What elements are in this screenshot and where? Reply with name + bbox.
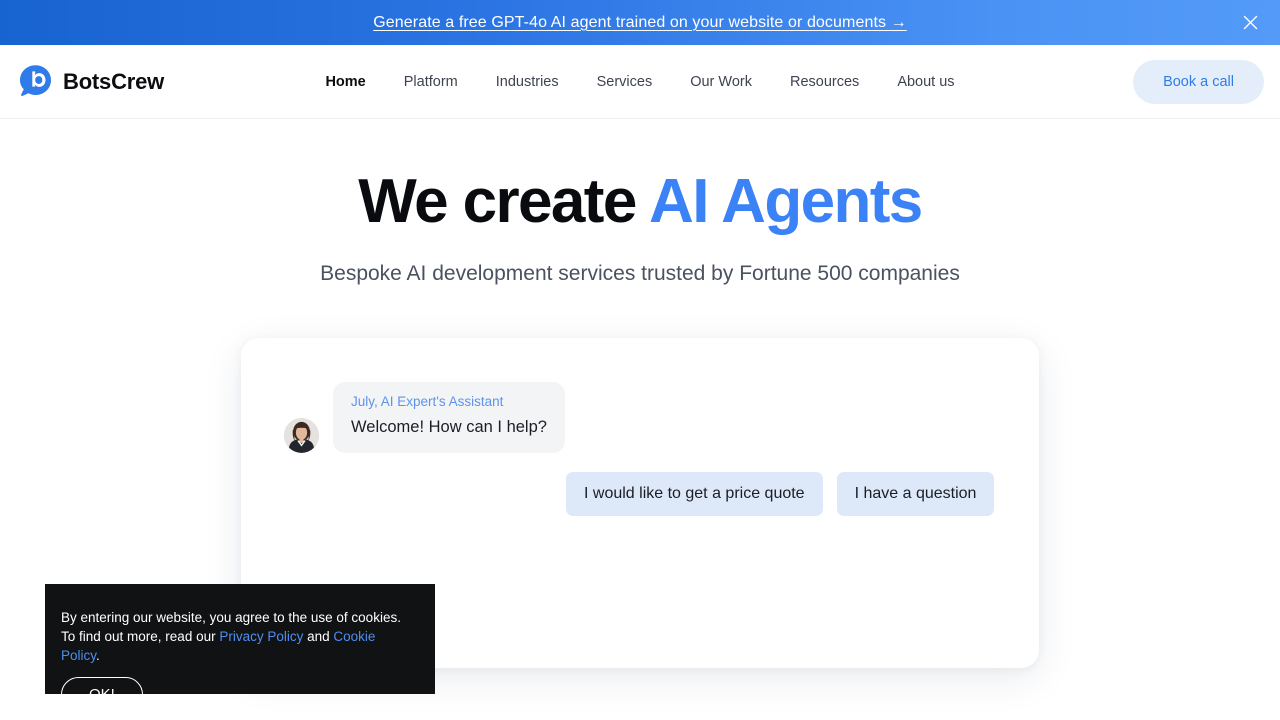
hero-title-plain: We create (358, 167, 650, 236)
quick-reply-price-quote[interactable]: I would like to get a price quote (566, 471, 823, 516)
promo-banner-link[interactable]: Generate a free GPT-4o AI agent trained … (373, 14, 907, 32)
quick-reply-have-question[interactable]: I have a question (836, 471, 995, 516)
nav-item-our-work[interactable]: Our Work (671, 74, 771, 90)
main-nav: Home Platform Industries Services Our Wo… (0, 74, 1280, 90)
quick-reply-group: I would like to get a price quote I have… (241, 471, 1039, 516)
assistant-message-bubble: July, AI Expert's Assistant Welcome! How… (333, 381, 565, 453)
page-title: We create AI Agents (0, 167, 1280, 236)
site-header: BotsCrew Home Platform Industries Servic… (0, 45, 1280, 119)
cookie-consent-banner: By entering our website, you agree to th… (45, 584, 435, 713)
hero-section: We create AI Agents Bespoke AI developme… (0, 119, 1280, 291)
book-a-call-button[interactable]: Book a call (1133, 59, 1264, 104)
nav-item-home[interactable]: Home (306, 74, 384, 90)
brand-name: BotsCrew (63, 68, 165, 94)
hero-subtitle: Bespoke AI development services trusted … (320, 262, 960, 286)
hero-title-accent: AI Agents (649, 167, 923, 236)
cookie-accept-button[interactable]: OK! (61, 677, 143, 713)
promo-close-button[interactable] (1236, 9, 1264, 37)
cookie-text-line-2: To find out more, read our Privacy Polic… (61, 627, 413, 665)
assistant-name: July, AI Expert's Assistant (351, 393, 504, 409)
cookie-text-line-1: By entering our website, you agree to th… (61, 610, 401, 625)
privacy-policy-link[interactable]: Privacy Policy (219, 629, 303, 644)
nav-item-about-us[interactable]: About us (878, 74, 973, 90)
cookie-text-suffix: . (96, 648, 100, 664)
cookie-text-mid: and (303, 629, 334, 645)
nav-item-services[interactable]: Services (578, 74, 672, 90)
close-icon (1243, 15, 1257, 30)
assistant-text: Welcome! How can I help? (351, 418, 547, 437)
cookie-text-prefix: To find out more, read our (61, 629, 220, 645)
brand-logo[interactable]: BotsCrew (18, 64, 164, 99)
nav-item-platform[interactable]: Platform (385, 74, 477, 90)
nav-item-industries[interactable]: Industries (477, 74, 578, 90)
nav-item-resources[interactable]: Resources (771, 74, 878, 90)
avatar (284, 417, 319, 453)
chat-message-row: July, AI Expert's Assistant Welcome! How… (241, 381, 1039, 453)
botscrew-logo-icon (18, 64, 53, 99)
promo-banner: Generate a free GPT-4o AI agent trained … (0, 0, 1280, 45)
